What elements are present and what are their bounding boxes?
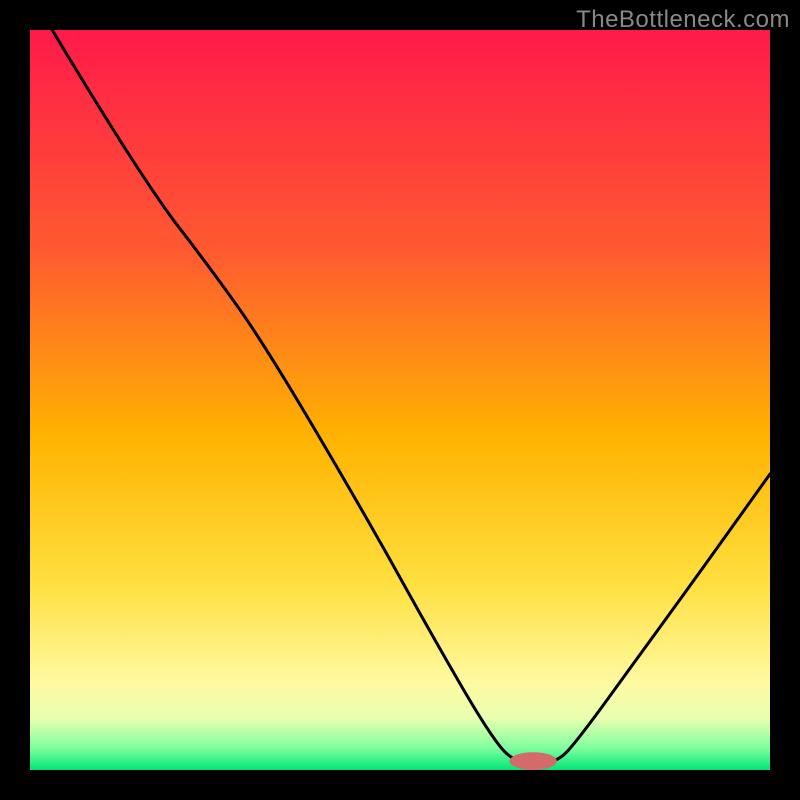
chart-plot-area: [30, 30, 770, 770]
gradient-background: [30, 30, 770, 770]
watermark-text: TheBottleneck.com: [576, 6, 790, 34]
optimal-point-marker: [510, 752, 557, 770]
chart-svg: [30, 30, 770, 770]
